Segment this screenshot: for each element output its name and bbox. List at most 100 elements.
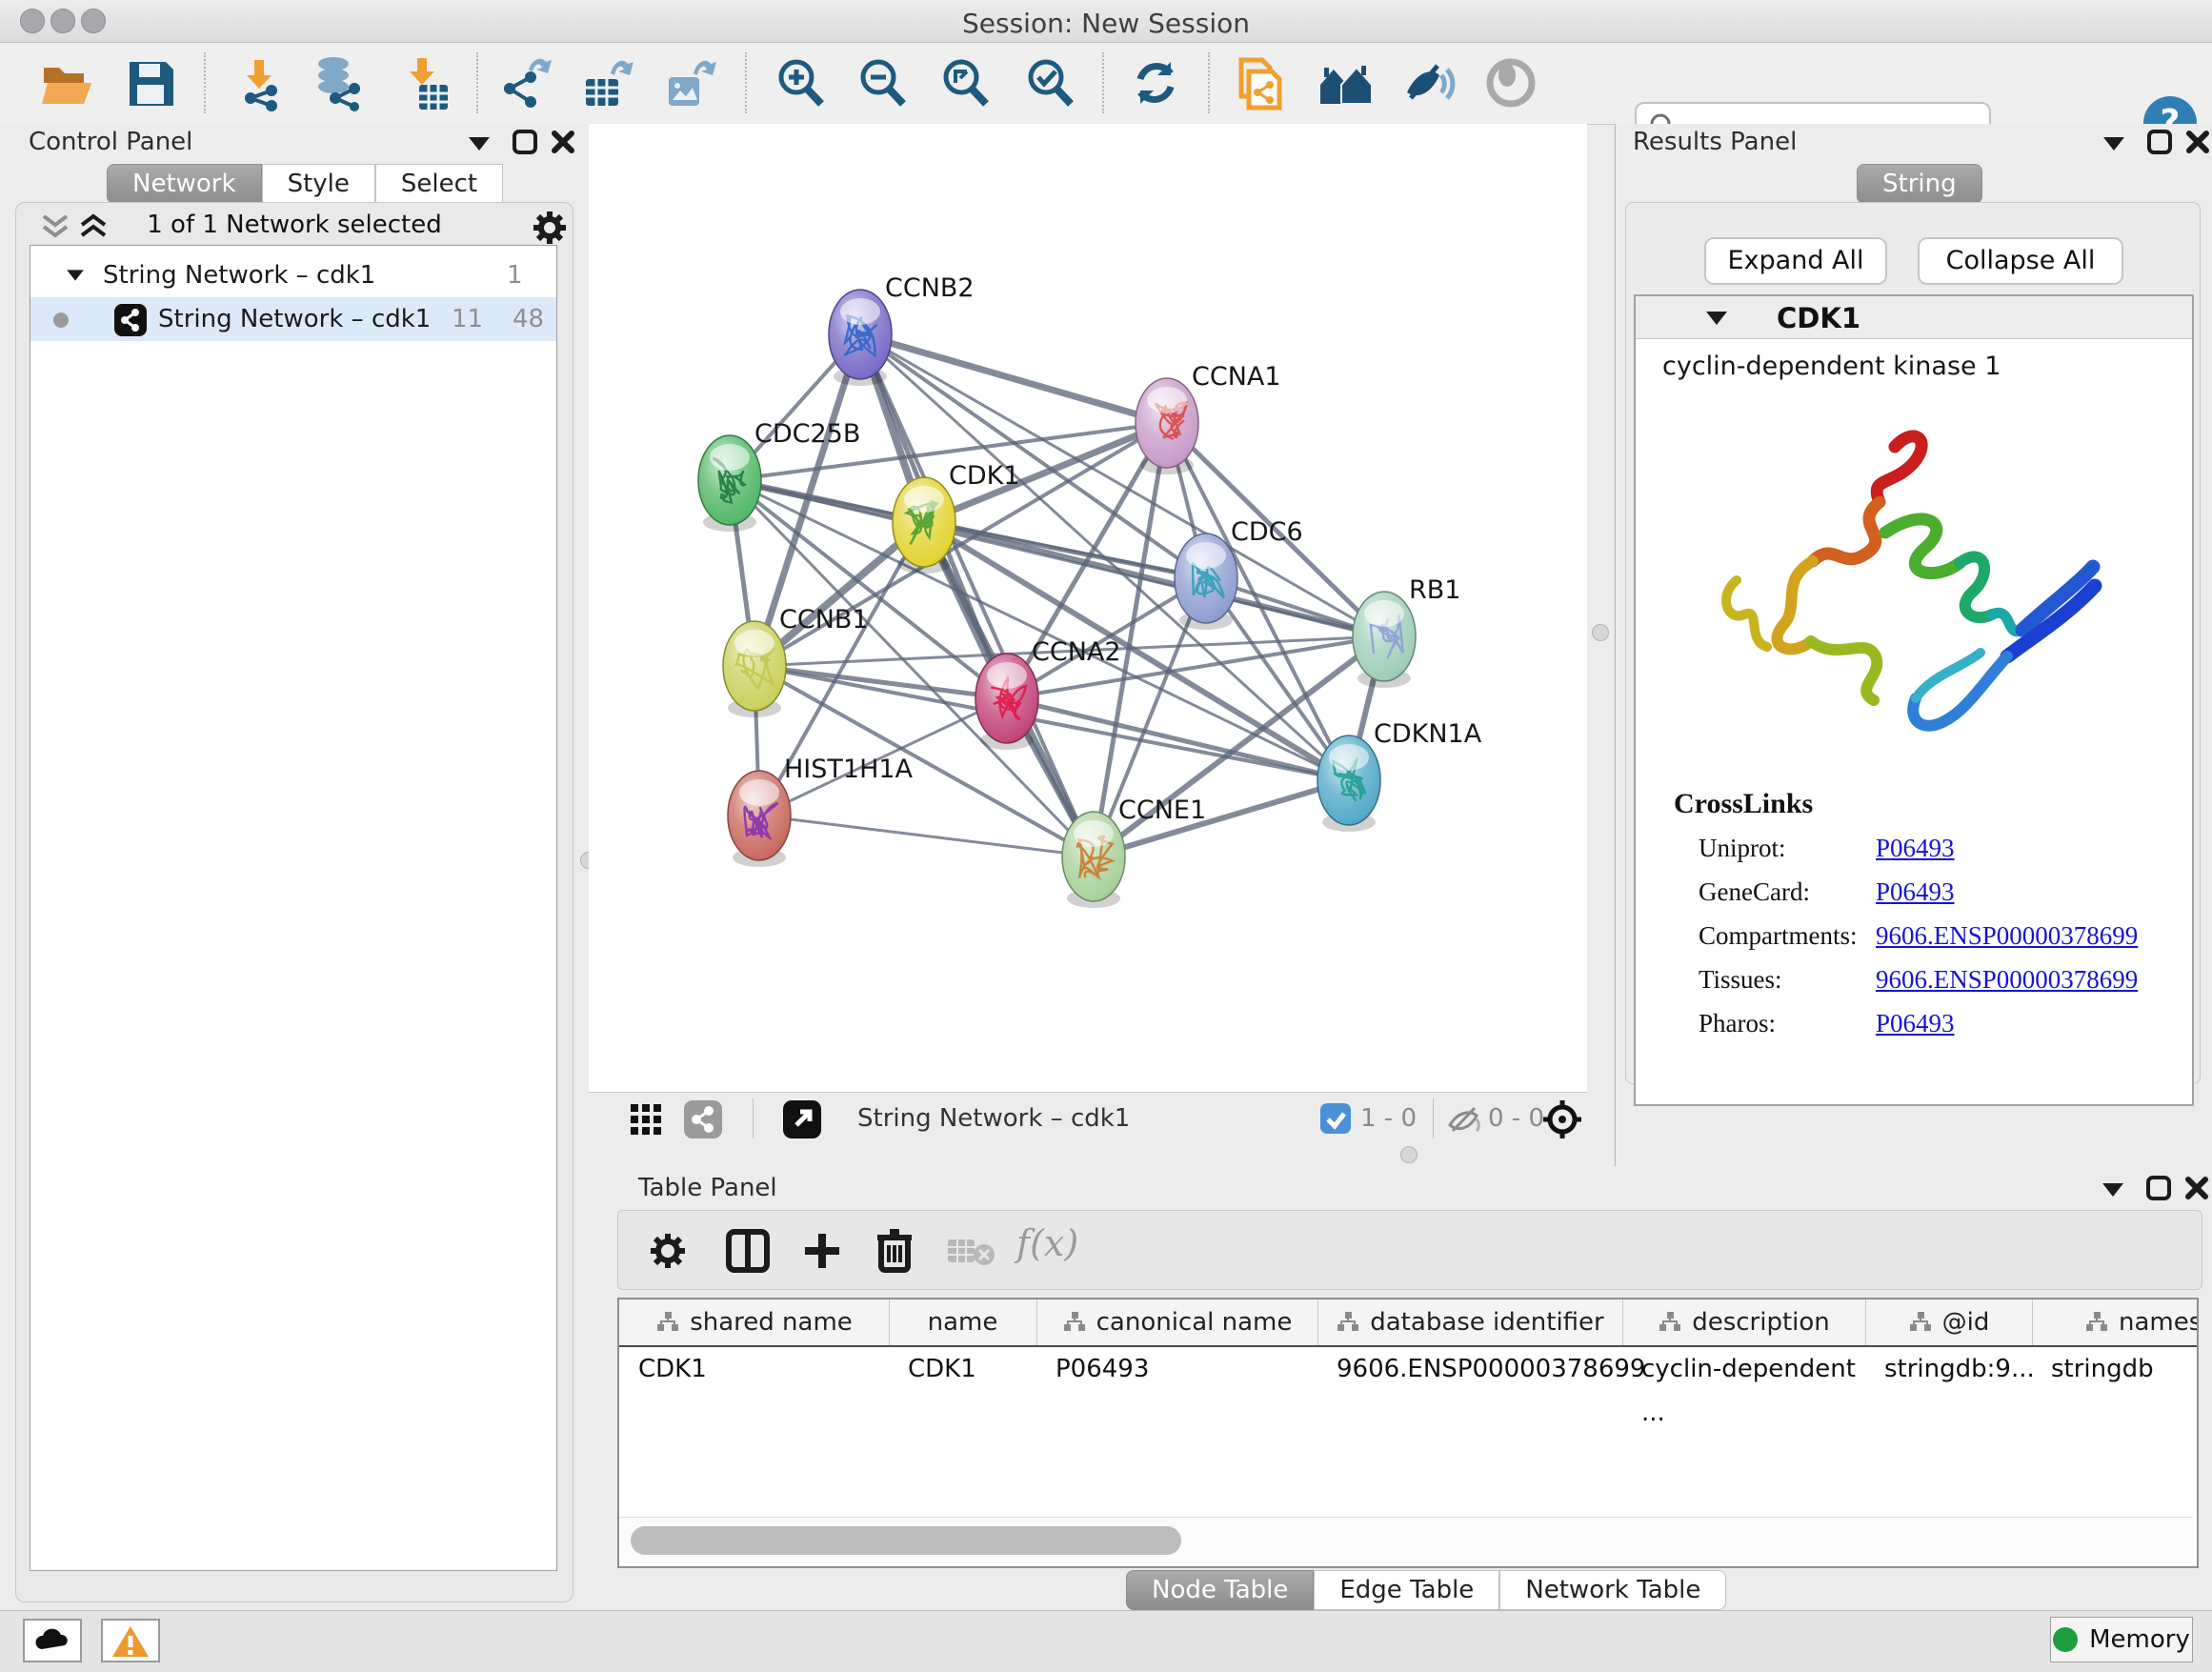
table-cell[interactable]: P06493 bbox=[1036, 1347, 1317, 1391]
table-panel: Table Panel f(x) shared namenamecanonica… bbox=[589, 1166, 2212, 1610]
birds-eye-grid-icon[interactable] bbox=[629, 1102, 663, 1137]
crosslink-row: Uniprot:P06493 bbox=[1699, 826, 2175, 870]
network-node-HIST1H1A[interactable]: HIST1H1A bbox=[728, 755, 914, 867]
zoom-fit-icon[interactable] bbox=[936, 54, 994, 111]
network-node-RB1[interactable]: RB1 bbox=[1353, 575, 1460, 688]
expand-all-button[interactable]: Expand All bbox=[1704, 237, 1887, 285]
network-label: String Network – cdk1 bbox=[158, 305, 431, 333]
import-network-icon[interactable] bbox=[230, 54, 287, 111]
open-file-icon[interactable] bbox=[38, 54, 95, 111]
table-cell[interactable]: cyclin-dependent ... bbox=[1622, 1347, 1865, 1391]
show-glass-ball-icon[interactable] bbox=[1482, 54, 1539, 111]
tab-network[interactable]: Network bbox=[107, 164, 262, 204]
network-canvas[interactable]: CCNB2CCNA1CDC25BCDK1CDC6RB1CCNB1CCNA2CDK… bbox=[589, 124, 1587, 1092]
crosslink-label: Tissues: bbox=[1699, 965, 1876, 995]
crosslink-link[interactable]: P06493 bbox=[1876, 834, 1955, 863]
crosslink-link[interactable]: P06493 bbox=[1876, 1009, 1955, 1038]
add-column-icon[interactable] bbox=[799, 1228, 845, 1274]
memory-button[interactable]: Memory bbox=[2050, 1617, 2193, 1662]
network-edge[interactable] bbox=[860, 334, 1167, 423]
network-options-gear-icon[interactable] bbox=[531, 209, 569, 247]
panel-undock-icon[interactable] bbox=[2145, 128, 2174, 156]
horizontal-splitter-grip[interactable] bbox=[1400, 1146, 1418, 1163]
save-session-icon[interactable] bbox=[122, 54, 179, 111]
collapse-entry-icon[interactable] bbox=[1706, 312, 1727, 325]
column-header-shared-name[interactable]: shared name bbox=[619, 1299, 890, 1345]
node-label: CDKN1A bbox=[1374, 719, 1482, 749]
network-node-CCNB2[interactable]: CCNB2 bbox=[829, 273, 975, 386]
table-hscrollbar[interactable] bbox=[619, 1517, 2193, 1563]
column-header-name[interactable]: name bbox=[889, 1299, 1037, 1345]
export-table-icon[interactable] bbox=[578, 54, 635, 111]
table-cell[interactable]: stringdb:9... bbox=[1865, 1347, 2032, 1391]
node-detail-header[interactable]: CDK1 bbox=[1636, 296, 2192, 339]
zoom-selected-icon[interactable] bbox=[1021, 54, 1078, 111]
string-protein-query-icon[interactable] bbox=[1232, 54, 1289, 111]
tab-select[interactable]: Select bbox=[375, 164, 503, 204]
panel-float-icon[interactable] bbox=[2103, 137, 2124, 151]
function-builder-icon[interactable]: f(x) bbox=[1016, 1222, 1078, 1264]
crosslink-row: Pharos:P06493 bbox=[1699, 1001, 2175, 1045]
string-home-icon[interactable] bbox=[1317, 54, 1374, 111]
current-network-indicator bbox=[53, 312, 69, 328]
network-node-CCNE1[interactable]: CCNE1 bbox=[1062, 796, 1206, 908]
export-network-icon[interactable] bbox=[496, 54, 553, 111]
network-row[interactable]: String Network – cdk1 11 48 bbox=[30, 297, 556, 341]
network-share-icon[interactable] bbox=[684, 1100, 722, 1138]
fit-selected-crosshair-icon[interactable] bbox=[1541, 1098, 1583, 1140]
open-in-window-icon[interactable] bbox=[783, 1100, 821, 1138]
column-header-@id[interactable]: @id bbox=[1865, 1299, 2033, 1345]
column-header-database-identifier[interactable]: database identifier bbox=[1317, 1299, 1623, 1345]
crosslink-link[interactable]: P06493 bbox=[1876, 877, 1955, 907]
warnings-button[interactable] bbox=[101, 1619, 160, 1662]
column-header-namespac[interactable]: namespac bbox=[2032, 1299, 2199, 1345]
show-columns-icon[interactable] bbox=[725, 1228, 771, 1274]
delete-table-icon[interactable] bbox=[946, 1236, 995, 1268]
collection-expand-icon[interactable] bbox=[67, 270, 84, 280]
delete-column-icon[interactable] bbox=[872, 1226, 917, 1274]
cloud-status-button[interactable] bbox=[23, 1619, 82, 1662]
table-cell[interactable]: CDK1 bbox=[889, 1347, 1036, 1391]
selected-checkbox-icon[interactable] bbox=[1320, 1103, 1351, 1134]
crosslink-row: Tissues:9606.ENSP00000378699 bbox=[1699, 957, 2175, 1001]
refresh-icon[interactable] bbox=[1127, 54, 1184, 111]
export-image-icon[interactable] bbox=[661, 54, 718, 111]
right-splitter-grip[interactable] bbox=[1592, 624, 1609, 641]
network-edge[interactable] bbox=[759, 816, 1094, 856]
column-header-canonical-name[interactable]: canonical name bbox=[1036, 1299, 1318, 1345]
table-hscrollbar-thumb[interactable] bbox=[631, 1526, 1181, 1555]
tab-edge-table[interactable]: Edge Table bbox=[1314, 1570, 1499, 1610]
import-table-icon[interactable] bbox=[396, 54, 453, 111]
zoom-out-icon[interactable] bbox=[854, 54, 911, 111]
panel-float-icon[interactable] bbox=[2102, 1183, 2123, 1197]
table-cell[interactable]: CDK1 bbox=[619, 1347, 889, 1391]
tab-string[interactable]: String bbox=[1857, 164, 1982, 204]
hide-enhanced-labels-icon[interactable] bbox=[1399, 54, 1457, 111]
crosslink-link[interactable]: 9606.ENSP00000378699 bbox=[1876, 965, 2138, 995]
network-collection-row[interactable]: String Network – cdk1 1 bbox=[30, 253, 556, 297]
panel-close-icon[interactable] bbox=[549, 128, 577, 156]
zoom-in-icon[interactable] bbox=[772, 54, 829, 111]
table-cell[interactable]: stringdb bbox=[2032, 1347, 2199, 1391]
crosslink-link[interactable]: 9606.ENSP00000378699 bbox=[1876, 921, 2138, 951]
panel-undock-icon[interactable] bbox=[511, 128, 539, 156]
collapse-all-button[interactable]: Collapse All bbox=[1918, 237, 2123, 285]
import-network-from-database-icon[interactable] bbox=[309, 54, 366, 111]
protein-structure-image bbox=[1699, 418, 2118, 780]
crosslink-label: Pharos: bbox=[1699, 1009, 1876, 1038]
panel-float-icon[interactable] bbox=[469, 137, 490, 151]
table-tabs: Node TableEdge TableNetwork Table bbox=[1126, 1570, 1726, 1610]
node-label: RB1 bbox=[1409, 575, 1460, 605]
table-options-gear-icon[interactable] bbox=[647, 1230, 689, 1272]
network-node-CDKN1A[interactable]: CDKN1A bbox=[1317, 719, 1482, 832]
panel-close-icon[interactable] bbox=[2183, 128, 2212, 156]
network-edge[interactable] bbox=[924, 522, 1384, 636]
panel-close-icon[interactable] bbox=[2182, 1174, 2211, 1202]
network-node-CCNA1[interactable]: CCNA1 bbox=[1136, 362, 1281, 474]
tab-network-table[interactable]: Network Table bbox=[1499, 1570, 1726, 1610]
tab-node-table[interactable]: Node Table bbox=[1126, 1570, 1314, 1610]
column-header-description[interactable]: description bbox=[1622, 1299, 1866, 1345]
tab-style[interactable]: Style bbox=[262, 164, 375, 204]
panel-undock-icon[interactable] bbox=[2144, 1174, 2173, 1202]
table-cell[interactable]: 9606.ENSP00000378699 bbox=[1317, 1347, 1622, 1391]
